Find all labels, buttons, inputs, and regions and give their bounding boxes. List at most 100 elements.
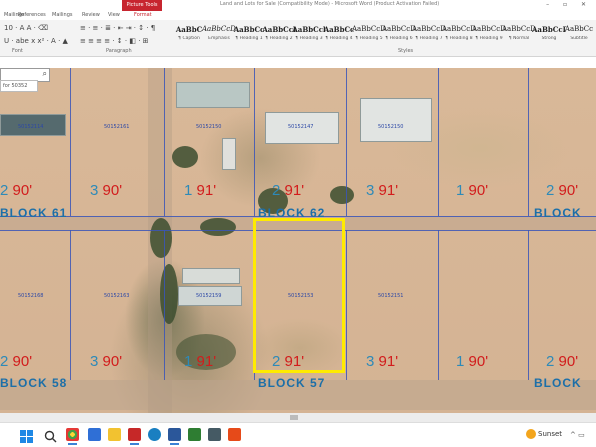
system-tray[interactable]: ^ ▭ <box>570 431 585 439</box>
style-heading-4[interactable]: AaBbCc ¶ Heading 4 <box>322 22 356 46</box>
lot-id: 50152163 <box>104 293 130 299</box>
style-name: ¶ Caption <box>178 36 200 41</box>
lot-id: 50152150 <box>378 124 404 130</box>
chrome-icon[interactable] <box>66 428 79 445</box>
document-title: Land and Lots for Sale (Compatibility Mo… <box>220 1 440 7</box>
block-label: BLOCK 57 <box>258 376 326 390</box>
style-heading-7[interactable]: AaBbCcDc ¶ Heading 7 <box>412 22 446 46</box>
lot-dimension-label: 2 90' <box>0 182 32 199</box>
lot-id: 50152151 <box>378 293 404 299</box>
building <box>222 138 236 170</box>
lot-number: 3 <box>366 182 375 199</box>
tab-view[interactable]: View <box>108 11 120 20</box>
lot-dimension-label: 3 90' <box>90 353 122 370</box>
video-app-icon[interactable] <box>128 428 141 445</box>
style-heading-8[interactable]: AaBbCcDc ¶ Heading 8 <box>442 22 476 46</box>
calculator-icon[interactable] <box>208 428 221 441</box>
style-sample: AaBbCc <box>564 25 594 33</box>
style-sample: AaBbCcDc <box>502 25 536 33</box>
style-normal[interactable]: AaBbCcDc ¶ Normal <box>502 22 536 46</box>
tree <box>172 146 198 168</box>
ribbon: 10 · A A · ⌫ U · abe x x² · A · ▲ ≡ · ≡ … <box>0 20 596 57</box>
style-sample: AaBbCcl <box>292 25 326 34</box>
lot-dimension-label: 2 91' <box>272 182 304 199</box>
lot-id: 50152168 <box>18 293 44 299</box>
styles-gallery: AaBbC ¶ Caption AaBbCcDc Emphasis AaBbCc ¶ … <box>172 22 593 46</box>
style-heading-1[interactable]: AaBbCc ¶ Heading 1 <box>232 22 266 46</box>
lot-number: 2 <box>546 353 555 370</box>
tab-format[interactable]: Format <box>134 11 152 20</box>
picture-tools-label: Picture Tools <box>122 0 162 11</box>
paragraph-controls-row2[interactable]: ≡ ≡ ≡ ≡ · ↕ · ◧ · ⊞ <box>80 37 149 45</box>
search-icon[interactable]: ⌕ <box>43 69 47 79</box>
lot-dimension-label: 3 90' <box>90 182 122 199</box>
lot-number: 2 <box>0 353 9 370</box>
style-name: ¶ Heading 9 <box>475 36 503 41</box>
lot-width: 91' <box>284 182 305 199</box>
style-sample: AaBbCcDc <box>442 25 476 33</box>
windows-start-icon[interactable] <box>20 428 33 443</box>
block-label: BLOCK 61 <box>0 206 68 220</box>
tab-mailings[interactable]: Mailings <box>52 11 73 20</box>
style-heading-3[interactable]: AaBbCcl ¶ Heading 3 <box>292 22 326 46</box>
store-icon[interactable] <box>188 428 201 441</box>
lot-dimension-label: 2 90' <box>546 182 578 199</box>
horizontal-scrollbar[interactable] <box>0 413 596 422</box>
style-name: ¶ Heading 8 <box>445 36 473 41</box>
lot-line <box>254 68 255 216</box>
block-label: BLOCK <box>534 206 582 220</box>
style-sample: AaBbCcDd <box>532 25 566 34</box>
ribbon-tabs: Mailings References Mailings Review View… <box>0 11 596 20</box>
aerial-plat-map-image[interactable]: 50152114 50152161 50152150 50152147 5015… <box>0 68 596 413</box>
styles-group-label: Styles <box>398 48 414 54</box>
lot-width: 91' <box>196 353 217 370</box>
lot-id: 50152147 <box>288 124 314 130</box>
tab-review[interactable]: Review <box>82 11 100 20</box>
task-view-icon[interactable] <box>88 428 101 441</box>
search-icon[interactable] <box>44 428 57 443</box>
word-icon[interactable] <box>168 428 181 445</box>
weather-label[interactable]: Sunset <box>538 430 562 438</box>
font-controls-row2[interactable]: U · abe x x² · A · ▲ <box>4 37 68 45</box>
paragraph-controls-row1[interactable]: ≡ · ≡ · ≣ · ⇤ ⇥ · ↕ · ¶ <box>80 24 155 32</box>
tab-references[interactable]: References <box>18 11 46 20</box>
block-label: BLOCK 58 <box>0 376 68 390</box>
style-sample: AaBbCcDc <box>382 25 416 33</box>
lot-line <box>346 230 347 380</box>
edge-icon[interactable] <box>148 428 161 441</box>
tree <box>330 186 354 204</box>
style-heading-6[interactable]: AaBbCcDc ¶ Heading 6 <box>382 22 416 46</box>
lot-line <box>164 68 165 216</box>
font-controls-row1[interactable]: 10 · A A · ⌫ <box>4 24 48 32</box>
block-label: BLOCK <box>534 376 582 390</box>
lot-number: 2 <box>0 182 9 199</box>
window-controls[interactable]: – ▫ ✕ <box>546 1 592 8</box>
style-subtitle[interactable]: AaBbCc Subtitle <box>562 22 596 46</box>
style-sample: AaBbCcDc <box>472 25 506 33</box>
tree <box>200 218 236 236</box>
lot-width: 90' <box>12 353 33 370</box>
scrollbar-thumb[interactable] <box>290 415 298 420</box>
lot-width: 90' <box>468 182 489 199</box>
lot-dimension-label: 2 90' <box>0 353 32 370</box>
lot-width: 90' <box>558 182 579 199</box>
style-heading-2[interactable]: AaBbCcl ¶ Heading 2 <box>262 22 296 46</box>
lot-dimension-label: 1 91' <box>184 182 216 199</box>
style-strong[interactable]: AaBbCcDd Strong <box>532 22 566 46</box>
file-explorer-icon[interactable] <box>108 428 121 441</box>
building <box>182 268 240 284</box>
title-bar: Picture Tools Land and Lots for Sale (Co… <box>0 0 596 11</box>
style-name: ¶ Heading 7 <box>415 36 443 41</box>
lot-width: 90' <box>102 353 123 370</box>
brave-icon[interactable] <box>228 428 241 441</box>
tree <box>150 218 172 258</box>
style-heading-5[interactable]: AaBbCcDc ¶ Heading 5 <box>352 22 386 46</box>
lot-line <box>346 68 347 216</box>
style-emphasis[interactable]: AaBbCcDc Emphasis <box>202 22 236 46</box>
lot-line <box>528 68 529 216</box>
lot-line <box>528 230 529 380</box>
style-caption[interactable]: AaBbC ¶ Caption <box>172 22 206 46</box>
style-heading-9[interactable]: AaBbCcDc ¶ Heading 9 <box>472 22 506 46</box>
style-name: ¶ Heading 6 <box>385 36 413 41</box>
lot-width: 90' <box>468 353 489 370</box>
